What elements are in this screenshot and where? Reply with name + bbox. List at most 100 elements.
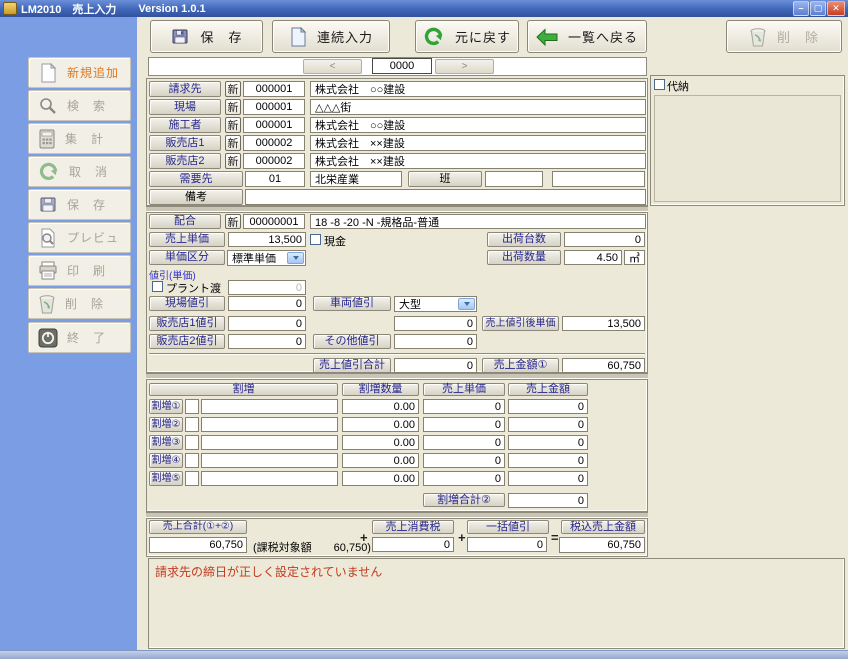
site-name-field[interactable]: △△△街	[310, 99, 646, 115]
surcharge2-label-button[interactable]: 割増②	[149, 417, 183, 432]
demand-name-field[interactable]: 北栄産業	[310, 171, 402, 187]
surcharge1-amount-field[interactable]: 0	[508, 399, 588, 414]
sales-sum-field[interactable]: 60,750	[149, 537, 247, 553]
billing-to-new-button[interactable]: 新	[225, 81, 241, 97]
ship-qty-label-button[interactable]: 出荷数量	[487, 250, 561, 265]
prev-record-button[interactable]: <	[303, 59, 362, 74]
site-label-button[interactable]: 現場	[149, 99, 221, 115]
dealer2-code-field[interactable]: 000002	[243, 153, 305, 169]
unit-price-label-button[interactable]: 売上単価	[149, 232, 225, 247]
surcharge3-unit-price-field[interactable]: 0	[423, 435, 505, 450]
dealer1-code-field[interactable]: 000002	[243, 135, 305, 151]
surcharge5-qty-field[interactable]: 0.00	[342, 471, 419, 486]
plant-checkbox[interactable]	[152, 281, 163, 292]
site-discount-label-button[interactable]: 現場値引	[149, 296, 225, 311]
surcharge2-unit-price-field[interactable]: 0	[423, 417, 505, 432]
mix-label-button[interactable]: 配合	[149, 214, 221, 229]
dealer1-new-button[interactable]: 新	[225, 135, 241, 151]
sidebar-item-print[interactable]: 印 刷	[28, 255, 131, 286]
contractor-name-field[interactable]: 株式会社 ○○建設	[310, 117, 646, 133]
surcharge2-qty-field[interactable]: 0.00	[342, 417, 419, 432]
plant-discount-field[interactable]: 0	[228, 280, 306, 295]
discount-total-label-button[interactable]: 売上値引合計	[313, 358, 391, 373]
chevron-down-icon[interactable]	[287, 252, 304, 264]
vehicle-discount-label-button[interactable]: 車両値引	[313, 296, 391, 311]
dainou-list-box[interactable]	[654, 95, 841, 202]
surcharge3-code-field[interactable]	[185, 435, 199, 450]
surcharge5-unit-price-field[interactable]: 0	[423, 471, 505, 486]
undo-button[interactable]: 元に戻す	[415, 20, 519, 53]
sales-sum-label-button[interactable]: 売上合計(①+②)	[149, 520, 247, 534]
sidebar-item-cancel[interactable]: 取 消	[28, 156, 131, 187]
site-discount-field[interactable]: 0	[228, 296, 306, 311]
sidebar-item-delete[interactable]: 削 除	[28, 288, 131, 319]
surcharge5-label-button[interactable]: 割増⑤	[149, 471, 183, 486]
lump-discount-field[interactable]: 0	[467, 537, 547, 552]
surcharge3-name-field[interactable]	[201, 435, 338, 450]
surcharge4-code-field[interactable]	[185, 453, 199, 468]
surcharge4-amount-field[interactable]: 0	[508, 453, 588, 468]
demand-label-button[interactable]: 需要先	[149, 171, 243, 187]
surcharge1-unit-price-field[interactable]: 0	[423, 399, 505, 414]
next-record-button[interactable]: >	[435, 59, 494, 74]
demand-code-field[interactable]: 01	[245, 171, 305, 187]
cash-checkbox[interactable]	[310, 234, 321, 245]
save-button[interactable]: 保 存	[150, 20, 263, 53]
surcharge3-label-button[interactable]: 割増③	[149, 435, 183, 450]
sales-amount1-label-button[interactable]: 売上金額①	[482, 358, 559, 373]
total-incl-tax-label-button[interactable]: 税込売上金額	[561, 520, 645, 534]
surcharge2-name-field[interactable]	[201, 417, 338, 432]
dealer1-label-button[interactable]: 販売店1	[149, 135, 221, 151]
discount-total-field[interactable]: 0	[394, 358, 477, 373]
sales-tax-field[interactable]: 0	[372, 537, 454, 552]
sales-amount1-field[interactable]: 60,750	[562, 358, 645, 373]
mix-new-button[interactable]: 新	[225, 214, 241, 229]
after-discount-price-field[interactable]: 13,500	[562, 316, 645, 331]
ship-qty-field[interactable]: 4.50	[564, 250, 622, 265]
demand-extra1-field[interactable]	[485, 171, 543, 187]
dealer1-discount-field[interactable]: 0	[228, 316, 306, 331]
delete-button[interactable]: 削 除	[726, 20, 842, 53]
contractor-label-button[interactable]: 施工者	[149, 117, 221, 133]
sidebar-item-save[interactable]: 保 存	[28, 189, 131, 220]
after-discount-price-label-button[interactable]: 売上値引後単価	[482, 316, 559, 331]
group-button[interactable]: 班	[408, 171, 482, 187]
lump-discount-label-button[interactable]: 一括値引	[467, 520, 549, 534]
sidebar-item-aggregate[interactable]: 集 計	[28, 123, 131, 154]
maximize-button[interactable]: ▢	[810, 1, 826, 16]
billing-to-label-button[interactable]: 請求先	[149, 81, 221, 97]
surcharge2-amount-field[interactable]: 0	[508, 417, 588, 432]
surcharge4-unit-price-field[interactable]: 0	[423, 453, 505, 468]
sales-tax-label-button[interactable]: 売上消費税	[372, 520, 454, 534]
surcharge3-amount-field[interactable]: 0	[508, 435, 588, 450]
chevron-down-icon[interactable]	[458, 298, 475, 310]
ship-count-field[interactable]: 0	[564, 232, 645, 247]
remarks-label-button[interactable]: 備考	[149, 189, 243, 205]
dealer2-discount-field[interactable]: 0	[228, 334, 306, 349]
surcharge5-name-field[interactable]	[201, 471, 338, 486]
surcharge-total-label-button[interactable]: 割増合計②	[423, 493, 505, 507]
unit-price-field[interactable]: 13,500	[228, 232, 306, 247]
dealer2-new-button[interactable]: 新	[225, 153, 241, 169]
site-new-button[interactable]: 新	[225, 99, 241, 115]
sidebar-item-new[interactable]: 新規追加	[28, 57, 131, 88]
dealer2-name-field[interactable]: 株式会社 ××建設	[310, 153, 646, 169]
surcharge1-name-field[interactable]	[201, 399, 338, 414]
remarks-field[interactable]	[245, 189, 646, 205]
surcharge4-label-button[interactable]: 割増④	[149, 453, 183, 468]
contractor-new-button[interactable]: 新	[225, 117, 241, 133]
dealer1-name-field[interactable]: 株式会社 ××建設	[310, 135, 646, 151]
vehicle-discount-amount-field[interactable]: 0	[394, 316, 477, 331]
billing-to-code-field[interactable]: 000001	[243, 81, 305, 97]
mix-spec-field[interactable]: 18 -8 -20 -N -規格品-普通	[310, 214, 646, 229]
surcharge4-name-field[interactable]	[201, 453, 338, 468]
contractor-code-field[interactable]: 000001	[243, 117, 305, 133]
ship-count-label-button[interactable]: 出荷台数	[487, 232, 561, 247]
dainou-checkbox[interactable]	[654, 79, 665, 90]
sidebar-item-search[interactable]: 検 索	[28, 90, 131, 121]
surcharge1-label-button[interactable]: 割増①	[149, 399, 183, 414]
close-button[interactable]: ✕	[827, 1, 845, 16]
surcharge1-code-field[interactable]	[185, 399, 199, 414]
mix-code-field[interactable]: 00000001	[243, 214, 305, 229]
surcharge5-amount-field[interactable]: 0	[508, 471, 588, 486]
